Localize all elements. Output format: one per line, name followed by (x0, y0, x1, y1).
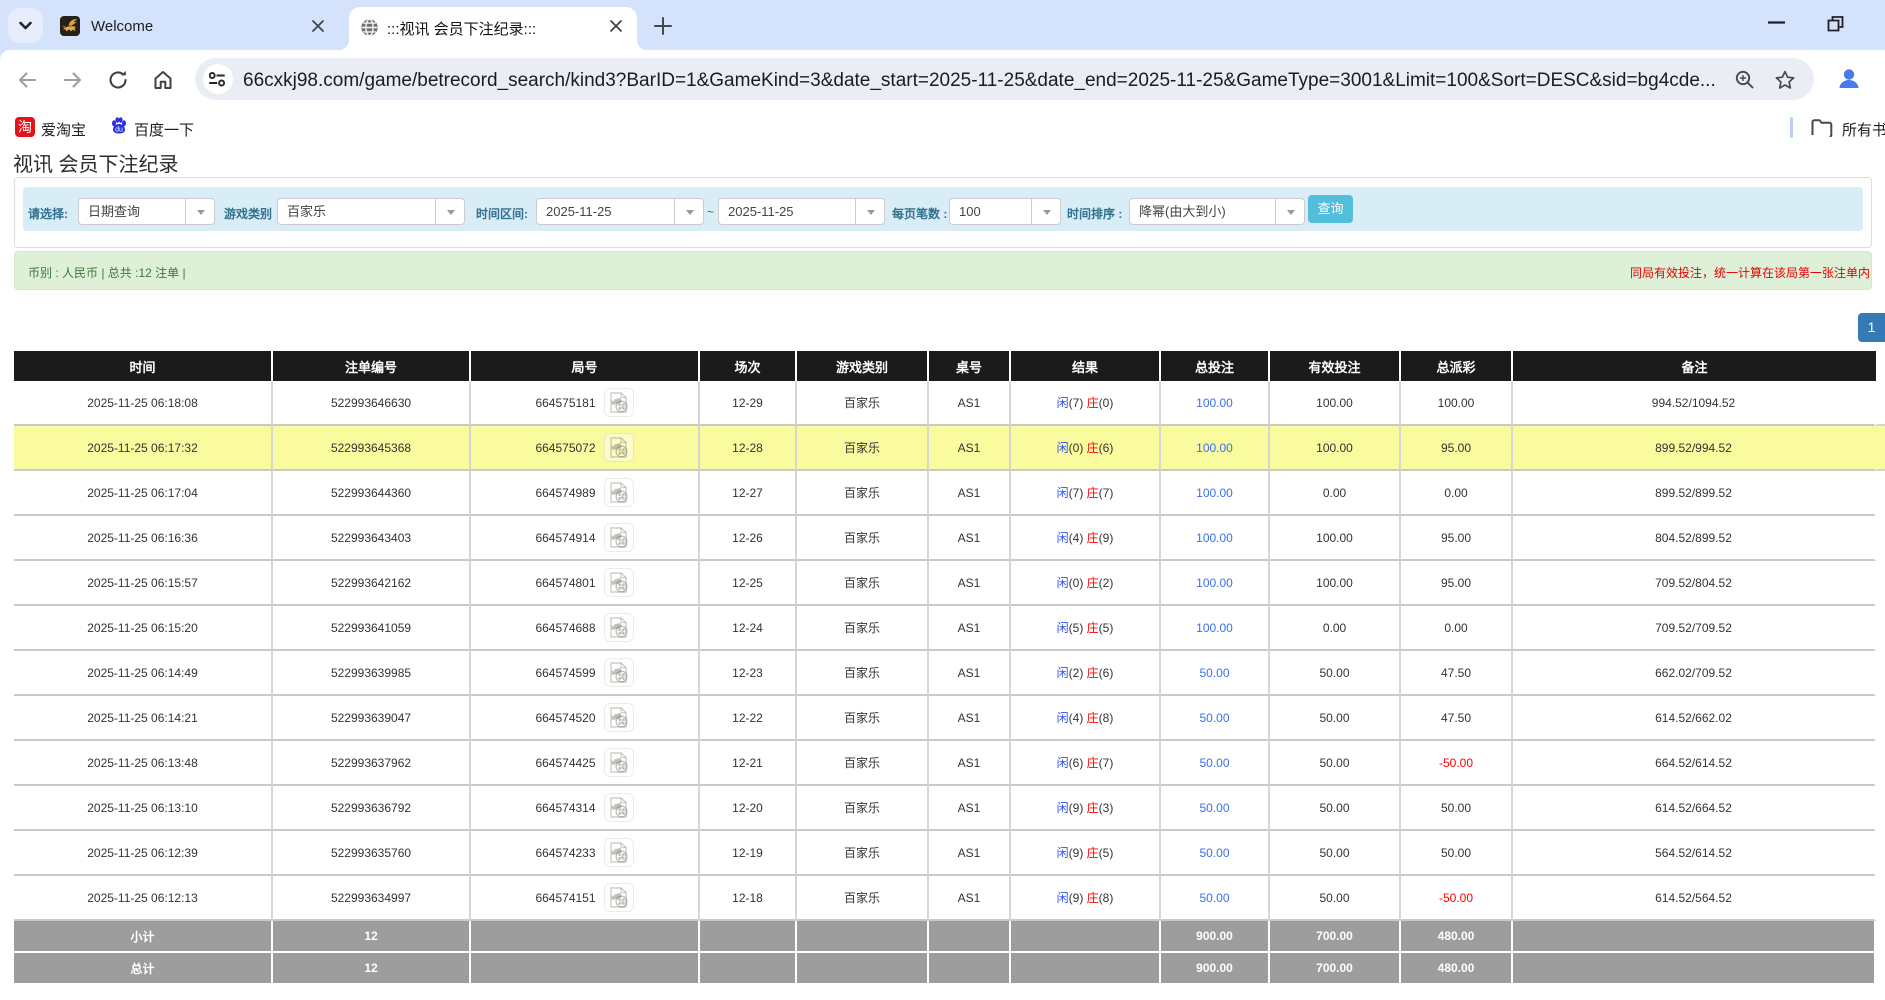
svg-text:du: du (115, 127, 123, 134)
